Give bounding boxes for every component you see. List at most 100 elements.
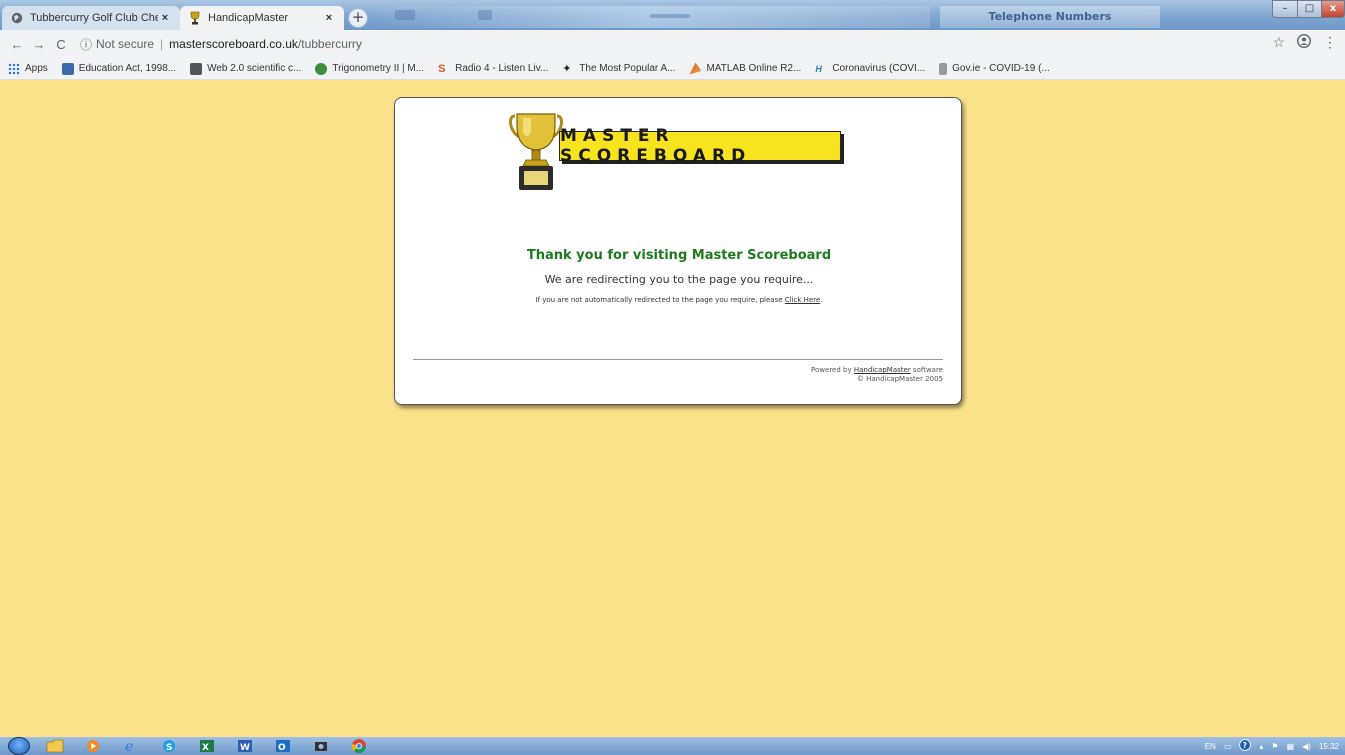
bookmark-coronavirus[interactable]: H Coronavirus (COVI... <box>815 63 925 75</box>
clock[interactable]: 15:32 <box>1319 742 1339 751</box>
bookmark-apps[interactable]: Apps <box>8 62 48 75</box>
powered-by-text: Powered by <box>811 366 854 374</box>
redirect-message: We are redirecting you to the page you r… <box>544 273 814 286</box>
gov-icon <box>939 62 948 75</box>
forward-arrow-icon[interactable]: → <box>28 37 50 52</box>
matlab-icon <box>689 62 702 75</box>
file-explorer-icon[interactable] <box>42 738 68 754</box>
bookmarks-bar: Apps Education Act, 1998... Web 2.0 scie… <box>0 58 1345 80</box>
reload-icon[interactable]: C <box>50 37 72 52</box>
close-tab-icon[interactable]: × <box>322 12 336 24</box>
tab-handicapmaster[interactable]: HandicapMaster × <box>180 6 344 30</box>
address-bar: ← → C ⓘ Not secure | masterscoreboard.co… <box>0 30 1345 58</box>
chrome-icon[interactable] <box>346 738 372 754</box>
bookmark-label: Education Act, 1998... <box>78 63 177 74</box>
radio-icon: S <box>438 62 446 75</box>
media-player-icon[interactable] <box>80 738 106 754</box>
bookmark-most-popular[interactable]: ✦ The Most Popular A... <box>562 63 675 75</box>
background-window-fragment <box>395 10 415 20</box>
copyright: © HandicapMaster 2005 <box>856 375 943 383</box>
tab-title: Tubbercurry Golf Club Check Re: <box>30 12 158 24</box>
redirect-notice: If you are not automatically redirected … <box>395 296 963 304</box>
skype-icon[interactable]: S <box>156 738 182 754</box>
start-button[interactable] <box>8 737 30 755</box>
bookmark-web2-calculator[interactable]: Web 2.0 scientific c... <box>190 62 302 75</box>
back-arrow-icon[interactable]: ← <box>6 37 28 52</box>
svg-text:e: e <box>125 739 133 753</box>
url-host: masterscoreboard.co.uk <box>169 37 298 51</box>
svg-text:X: X <box>202 743 209 753</box>
logo-text: MASTER SCOREBOARD <box>560 126 752 166</box>
profile-icon[interactable] <box>1296 33 1312 51</box>
volume-icon[interactable]: ◀) <box>1302 742 1311 751</box>
svg-text:S: S <box>166 743 172 753</box>
master-scoreboard-logo: MASTER SCOREBOARD <box>509 112 849 194</box>
footer-divider <box>413 359 943 360</box>
outlook-icon[interactable]: O <box>270 738 296 754</box>
network-icon[interactable]: ▦ <box>1287 742 1295 751</box>
star-bookmark-icon[interactable]: ☆ <box>1272 34 1285 51</box>
show-hidden-icons-icon[interactable]: ▴ <box>1259 742 1263 751</box>
excel-icon[interactable]: X <box>194 738 220 754</box>
click-here-link[interactable]: Click Here <box>785 296 821 304</box>
bookmark-label: The Most Popular A... <box>579 63 676 74</box>
bookmark-radio4[interactable]: S Radio 4 - Listen Liv... <box>438 63 548 75</box>
word-icon[interactable]: W <box>232 738 258 754</box>
powered-by-suffix: software <box>910 366 943 374</box>
url-separator: | <box>160 37 164 51</box>
browser-titlebar: Telephone Numbers Tubbercurry Golf Club … <box>0 0 1345 30</box>
bookmark-label: Coronavirus (COVI... <box>832 63 926 74</box>
bookmark-icon <box>61 62 74 75</box>
info-icon[interactable]: ⓘ <box>80 36 92 53</box>
language-indicator[interactable]: EN <box>1205 742 1216 751</box>
bookmark-label: Radio 4 - Listen Liv... <box>455 63 549 74</box>
calculator-icon <box>190 62 203 75</box>
powered-by: Powered by HandicapMaster software <box>811 366 943 375</box>
bookmark-trigonometry[interactable]: Trigonometry II | M... <box>315 62 425 75</box>
bookmark-gov-ie[interactable]: Gov.ie - COVID-19 (... <box>939 62 1050 75</box>
page-title: Thank you for visiting Master Scoreboard <box>526 248 832 263</box>
pin-icon: ✦ <box>562 62 572 75</box>
bookmark-label: MATLAB Online R2... <box>706 63 802 74</box>
maximize-button[interactable]: □ <box>1297 0 1322 18</box>
globe-icon <box>10 11 24 25</box>
background-window-fragment <box>650 14 690 18</box>
snipping-tool-icon[interactable] <box>308 738 334 754</box>
bookmark-label: Gov.ie - COVID-19 (... <box>952 63 1050 74</box>
trophy-favicon-icon <box>188 11 202 25</box>
menu-kebab-icon[interactable]: ⋮ <box>1323 34 1337 51</box>
hse-icon: H <box>815 63 822 74</box>
bookmark-label: Web 2.0 scientific c... <box>207 63 302 74</box>
background-window-title: Telephone Numbers <box>940 6 1160 28</box>
svg-text:O: O <box>278 743 286 753</box>
url-path: /tubbercurry <box>297 37 362 51</box>
url-input[interactable]: ⓘ Not secure | masterscoreboard.co.uk /t… <box>80 33 362 55</box>
bookmark-label: Trigonometry II | M... <box>332 63 425 74</box>
trophy-icon <box>509 113 563 190</box>
bookmark-matlab[interactable]: MATLAB Online R2... <box>689 62 802 75</box>
action-center-flag-icon[interactable]: ⚑ <box>1271 742 1278 751</box>
logo-banner: MASTER SCOREBOARD <box>559 126 841 166</box>
footer: Powered by HandicapMaster software © Han… <box>811 366 943 384</box>
background-window-fragment <box>478 10 492 20</box>
close-window-button[interactable]: x <box>1321 0 1345 18</box>
apps-grid-icon <box>8 62 20 75</box>
close-tab-icon[interactable]: × <box>158 12 172 24</box>
help-icon[interactable]: ? <box>1239 739 1252 753</box>
notice-text: If you are not automatically redirected … <box>535 296 785 304</box>
tab-tubbercurry[interactable]: Tubbercurry Golf Club Check Re: × <box>2 6 180 30</box>
system-tray: EN ▭ ? ▴ ⚑ ▦ ◀) 15:32 <box>1205 737 1339 755</box>
handicapmaster-link[interactable]: HandicapMaster <box>854 366 911 374</box>
tab-title: HandicapMaster <box>208 12 289 24</box>
minimize-button[interactable]: – <box>1272 0 1298 18</box>
redirect-card: MASTER SCOREBOARD Thank you for visiting… <box>394 97 962 405</box>
svg-text:W: W <box>240 743 250 753</box>
new-tab-button[interactable]: + <box>348 8 368 28</box>
address-bar-actions: ☆ ⋮ <box>1272 33 1337 51</box>
bookmark-icon <box>315 62 328 75</box>
keyboard-icon[interactable]: ▭ <box>1224 742 1232 751</box>
security-label: Not secure <box>96 37 155 51</box>
svg-text:?: ? <box>1243 741 1247 750</box>
bookmark-education-act[interactable]: Education Act, 1998... <box>61 62 177 75</box>
internet-explorer-icon[interactable]: e <box>118 738 144 754</box>
